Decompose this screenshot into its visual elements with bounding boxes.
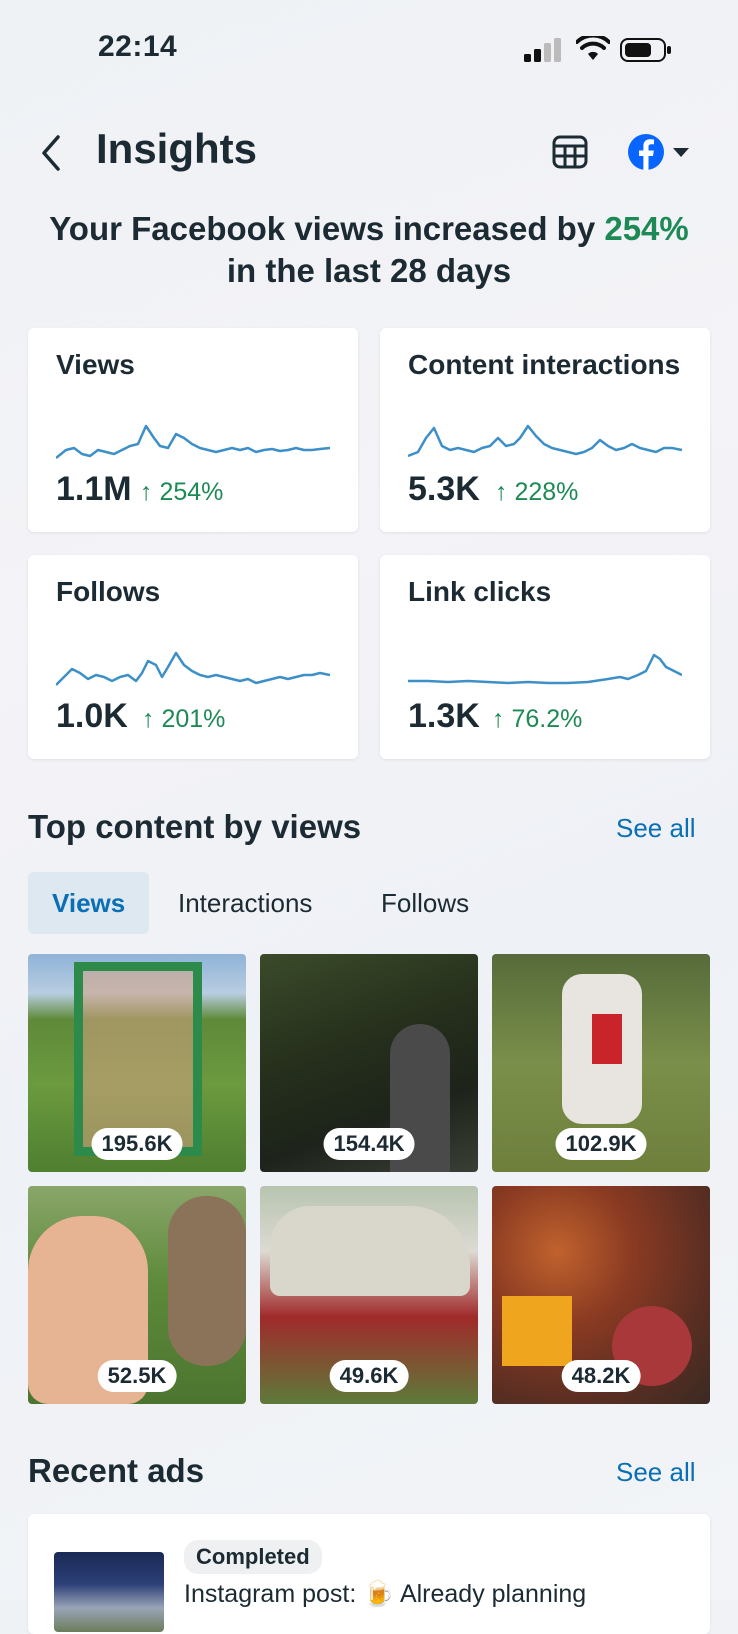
tab-interactions[interactable]: Interactions: [154, 872, 336, 934]
cheese-shape: [502, 1296, 572, 1366]
content-thumbnail[interactable]: 102.9K: [492, 954, 710, 1172]
views-badge: 102.9K: [555, 1128, 647, 1160]
signal-icon: [524, 38, 561, 62]
recent-ads-title: Recent ads: [28, 1452, 205, 1489]
owl-shape: [168, 1196, 246, 1366]
recent-ads-see-all-link[interactable]: See all: [616, 1457, 696, 1488]
views-badge: 52.5K: [97, 1360, 177, 1392]
tab-views[interactable]: Views: [28, 872, 150, 934]
metric-label: Link clicks: [408, 576, 552, 607]
metric-value: 1.1M: [56, 470, 132, 508]
content-thumbnail[interactable]: 52.5K: [28, 1186, 246, 1404]
metric-value: 5.3K: [408, 470, 480, 508]
views-badge: 49.6K: [329, 1360, 409, 1392]
metric-card-views[interactable]: Views 1.1M ↑ 254%: [28, 328, 358, 532]
content-thumbnail[interactable]: 49.6K: [260, 1186, 478, 1404]
caret-down-icon: [673, 148, 689, 157]
metric-change: ↑ 228%: [495, 478, 578, 507]
views-badge: 195.6K: [91, 1128, 183, 1160]
recent-ad-card[interactable]: Completed Instagram post: 🍺 Already plan…: [28, 1514, 710, 1634]
photo-frame-shape: [74, 962, 202, 1156]
views-headline: Your Facebook views increased by 254% in…: [20, 208, 718, 292]
link-clicks-sparkline: [408, 653, 682, 685]
facebook-icon: [628, 134, 664, 170]
views-badge: 48.2K: [561, 1360, 641, 1392]
metric-change-value: 228%: [514, 478, 579, 506]
battery-icon: [620, 38, 671, 62]
top-content-title: Top content by views: [28, 808, 362, 845]
metric-change-value: 76.2%: [511, 705, 583, 733]
metric-card-follows[interactable]: Follows 1.0K ↑ 201%: [28, 555, 358, 759]
table-icon[interactable]: [548, 130, 592, 174]
views-badge: 154.4K: [323, 1128, 415, 1160]
page-title: Insights: [96, 125, 258, 172]
top-content-see-all-link[interactable]: See all: [616, 813, 696, 844]
content-thumbnail[interactable]: 154.4K: [260, 954, 478, 1172]
arrow-up-icon: ↑: [140, 478, 153, 506]
arrow-up-icon: ↑: [495, 478, 508, 506]
status-time: 22:14: [98, 30, 178, 63]
metric-label: Content interactions: [408, 349, 681, 380]
metric-change-value: 254%: [159, 478, 224, 506]
back-chevron-icon[interactable]: [38, 133, 64, 173]
content-interactions-sparkline: [408, 424, 682, 458]
cross-shape: [592, 1014, 622, 1064]
content-thumbnail[interactable]: 195.6K: [28, 954, 246, 1172]
metric-change-value: 201%: [161, 705, 226, 733]
metric-value: 1.3K: [408, 697, 480, 735]
metric-value: 1.0K: [56, 697, 128, 735]
metric-label: Follows: [56, 576, 161, 607]
ad-status-badge: Completed: [184, 1540, 322, 1574]
metric-card-content-interactions[interactable]: Content interactions 5.3K ↑ 228%: [380, 328, 710, 532]
ad-description: Instagram post: 🍺 Already planning: [184, 1580, 587, 1608]
headline-prefix: Your Facebook views increased by: [49, 210, 605, 247]
metric-change: ↑ 76.2%: [492, 705, 582, 734]
views-sparkline: [56, 424, 330, 459]
metric-change: ↑ 201%: [142, 705, 225, 734]
follows-sparkline: [56, 651, 330, 686]
account-switcher[interactable]: [624, 130, 696, 174]
metric-label: Views: [56, 349, 135, 380]
metric-change: ↑ 254%: [140, 478, 223, 507]
wifi-icon: [576, 36, 610, 60]
headline-percent: 254%: [604, 210, 689, 247]
metric-card-link-clicks[interactable]: Link clicks 1.3K ↑ 76.2%: [380, 555, 710, 759]
car-shape: [270, 1206, 470, 1296]
content-thumbnail[interactable]: 48.2K: [492, 1186, 710, 1404]
arrow-up-icon: ↑: [142, 705, 155, 733]
tab-follows[interactable]: Follows: [357, 872, 493, 934]
ad-thumbnail: [54, 1552, 164, 1632]
arrow-up-icon: ↑: [492, 705, 505, 733]
headline-suffix: in the last 28 days: [226, 252, 512, 289]
